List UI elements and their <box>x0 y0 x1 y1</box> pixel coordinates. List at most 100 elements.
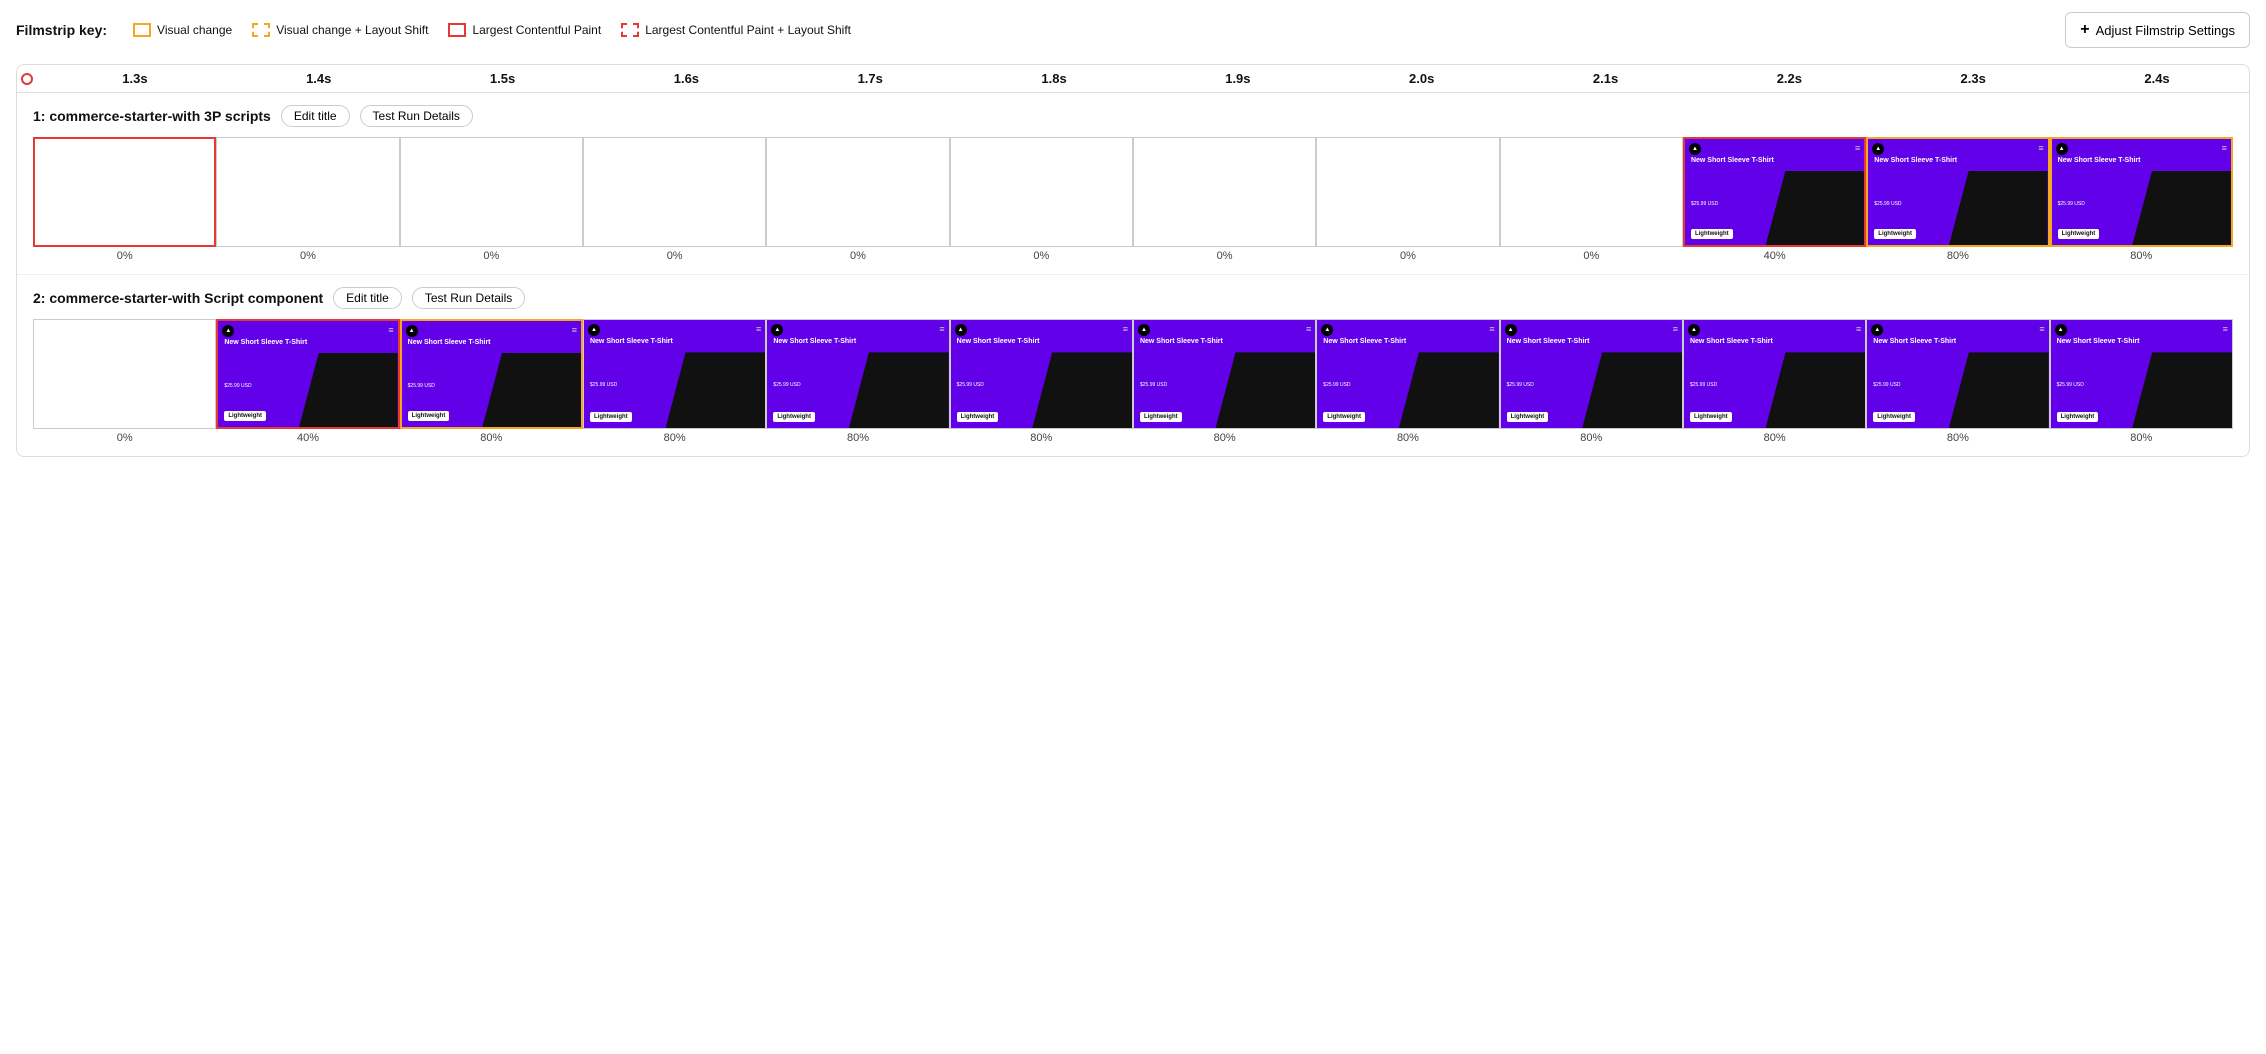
product-name: New Short Sleeve T-Shirt <box>1874 157 1957 166</box>
frame-col: ▲ ≡ New Short Sleeve T-Shirt $25.99 USD … <box>766 319 949 444</box>
frame-pct: 0% <box>117 432 133 444</box>
frame-col: ▲ ≡ New Short Sleeve T-Shirt $25.99 USD … <box>583 319 766 444</box>
product-price: $25.99 USD <box>2057 382 2084 388</box>
product-menu: ≡ <box>939 324 944 334</box>
row-1-header: 1: commerce-starter-with 3P scripts Edit… <box>33 105 2233 127</box>
frame-thumb[interactable] <box>583 137 766 247</box>
legend-text-visual-layout: Visual change + Layout Shift <box>276 23 428 37</box>
frame-pct: 0% <box>1217 250 1233 262</box>
product-menu: ≡ <box>1306 324 1311 334</box>
legend-text-lcp-layout: Largest Contentful Paint + Layout Shift <box>645 23 851 37</box>
frame-col: 0% <box>1316 137 1499 262</box>
product-menu: ≡ <box>1856 324 1861 334</box>
thumb-inner: ▲ ≡ New Short Sleeve T-Shirt $25.99 USD … <box>1685 139 1864 245</box>
frame-col: 0% <box>583 137 766 262</box>
frame-thumb[interactable]: ▲ ≡ New Short Sleeve T-Shirt $25.99 USD … <box>1683 137 1866 247</box>
legend-item-visual-change: Visual change <box>133 23 232 37</box>
frame-thumb[interactable] <box>1133 137 1316 247</box>
frame-thumb[interactable] <box>950 137 1133 247</box>
row-1-title: 1: commerce-starter-with 3P scripts <box>33 108 271 124</box>
thumb-inner: ▲ ≡ New Short Sleeve T-Shirt $25.99 USD … <box>2051 320 2232 428</box>
frame-thumb[interactable] <box>216 137 399 247</box>
frame-col: 0% <box>950 137 1133 262</box>
frame-thumb[interactable]: ▲ ≡ New Short Sleeve T-Shirt $25.99 USD … <box>2050 319 2233 429</box>
frame-thumb[interactable] <box>1316 137 1499 247</box>
product-price: $25.99 USD <box>408 383 435 389</box>
product-name: New Short Sleeve T-Shirt <box>224 339 307 348</box>
product-name: New Short Sleeve T-Shirt <box>1140 338 1223 347</box>
product-icon: ▲ <box>1321 324 1333 336</box>
row-1-details-button[interactable]: Test Run Details <box>360 105 473 127</box>
frame-thumb[interactable]: ▲ ≡ New Short Sleeve T-Shirt $25.99 USD … <box>1683 319 1866 429</box>
product-price: $25.99 USD <box>1873 382 1900 388</box>
thumb-inner: ▲ ≡ New Short Sleeve T-Shirt $25.99 USD … <box>951 320 1132 428</box>
row-2-details-button[interactable]: Test Run Details <box>412 287 525 309</box>
frame-thumb[interactable]: ▲ ≡ New Short Sleeve T-Shirt $25.99 USD … <box>766 319 949 429</box>
product-icon: ▲ <box>955 324 967 336</box>
row-1-edit-button[interactable]: Edit title <box>281 105 350 127</box>
product-price: $25.99 USD <box>2058 201 2085 207</box>
frame-thumb[interactable]: ▲ ≡ New Short Sleeve T-Shirt $25.99 USD … <box>1316 319 1499 429</box>
frame-pct: 80% <box>2130 250 2152 262</box>
row-2-edit-button[interactable]: Edit title <box>333 287 402 309</box>
frame-thumb[interactable] <box>33 137 216 247</box>
product-menu: ≡ <box>756 324 761 334</box>
plus-icon: + <box>2080 21 2089 39</box>
frame-col: 0% <box>33 137 216 262</box>
frame-thumb[interactable] <box>400 137 583 247</box>
product-badge: Lightweight <box>1140 412 1182 422</box>
frame-col: ▲ ≡ New Short Sleeve T-Shirt $25.99 USD … <box>950 319 1133 444</box>
frame-col: ▲ ≡ New Short Sleeve T-Shirt $25.99 USD … <box>1133 319 1316 444</box>
frame-thumb[interactable]: ▲ ≡ New Short Sleeve T-Shirt $25.99 USD … <box>1133 319 1316 429</box>
frame-thumb[interactable]: ▲ ≡ New Short Sleeve T-Shirt $25.99 USD … <box>950 319 1133 429</box>
product-menu: ≡ <box>1489 324 1494 334</box>
timeline-dot <box>21 73 33 85</box>
product-menu: ≡ <box>1855 143 1860 153</box>
row-2-frames: 0% ▲ ≡ New Short Sleeve T-Shirt $25.99 U… <box>33 319 2233 444</box>
thumb-inner: ▲ ≡ New Short Sleeve T-Shirt $25.99 USD … <box>1501 320 1682 428</box>
legend-text-visual-change: Visual change <box>157 23 232 37</box>
frame-pct: 80% <box>1947 432 1969 444</box>
timeline-tick: 2.2s <box>1697 71 1881 86</box>
frame-col: ▲ ≡ New Short Sleeve T-Shirt $25.99 USD … <box>1866 137 2049 262</box>
timeline-tick: 1.3s <box>43 71 227 86</box>
frame-col: ▲ ≡ New Short Sleeve T-Shirt $25.99 USD … <box>1866 319 2049 444</box>
product-price: $25.99 USD <box>1323 382 1350 388</box>
thumb-inner: ▲ ≡ New Short Sleeve T-Shirt $25.99 USD … <box>2052 139 2231 245</box>
legend-item-visual-layout: Visual change + Layout Shift <box>252 23 428 37</box>
timeline-tick: 1.9s <box>1146 71 1330 86</box>
frame-thumb[interactable]: ▲ ≡ New Short Sleeve T-Shirt $25.99 USD … <box>2050 137 2233 247</box>
product-price: $25.99 USD <box>773 382 800 388</box>
frame-thumb[interactable]: ▲ ≡ New Short Sleeve T-Shirt $25.99 USD … <box>583 319 766 429</box>
product-icon: ▲ <box>1688 324 1700 336</box>
product-name: New Short Sleeve T-Shirt <box>1507 338 1590 347</box>
timeline-ticks: 1.3s1.4s1.5s1.6s1.7s1.8s1.9s2.0s2.1s2.2s… <box>43 71 2249 86</box>
frame-pct: 80% <box>1580 432 1602 444</box>
product-icon: ▲ <box>1505 324 1517 336</box>
frame-thumb[interactable]: ▲ ≡ New Short Sleeve T-Shirt $25.99 USD … <box>1500 319 1683 429</box>
frame-thumb[interactable]: ▲ ≡ New Short Sleeve T-Shirt $25.99 USD … <box>1866 137 2049 247</box>
product-icon: ▲ <box>1871 324 1883 336</box>
product-price: $25.99 USD <box>1691 201 1718 207</box>
frame-col: ▲ ≡ New Short Sleeve T-Shirt $25.99 USD … <box>1683 137 1866 262</box>
frame-pct: 80% <box>1764 432 1786 444</box>
product-name: New Short Sleeve T-Shirt <box>957 338 1040 347</box>
frame-pct: 80% <box>1947 250 1969 262</box>
frame-thumb[interactable]: ▲ ≡ New Short Sleeve T-Shirt $25.99 USD … <box>400 319 583 429</box>
legend-item-lcp-layout: Largest Contentful Paint + Layout Shift <box>621 23 851 37</box>
product-price: $25.99 USD <box>590 382 617 388</box>
frame-thumb[interactable]: ▲ ≡ New Short Sleeve T-Shirt $25.99 USD … <box>216 319 399 429</box>
product-badge: Lightweight <box>957 412 999 422</box>
timeline-tick: 2.1s <box>1514 71 1698 86</box>
frame-thumb[interactable] <box>766 137 949 247</box>
frame-col: ▲ ≡ New Short Sleeve T-Shirt $25.99 USD … <box>216 319 399 444</box>
adjust-filmstrip-button[interactable]: + Adjust Filmstrip Settings <box>2065 12 2250 48</box>
thumb-inner: ▲ ≡ New Short Sleeve T-Shirt $25.99 USD … <box>1684 320 1865 428</box>
timeline-tick: 2.4s <box>2065 71 2249 86</box>
frame-thumb[interactable] <box>1500 137 1683 247</box>
timeline-tick: 2.0s <box>1330 71 1514 86</box>
frame-pct: 0% <box>1583 250 1599 262</box>
frame-thumb[interactable] <box>33 319 216 429</box>
frame-thumb[interactable]: ▲ ≡ New Short Sleeve T-Shirt $25.99 USD … <box>1866 319 2049 429</box>
product-name: New Short Sleeve T-Shirt <box>590 338 673 347</box>
